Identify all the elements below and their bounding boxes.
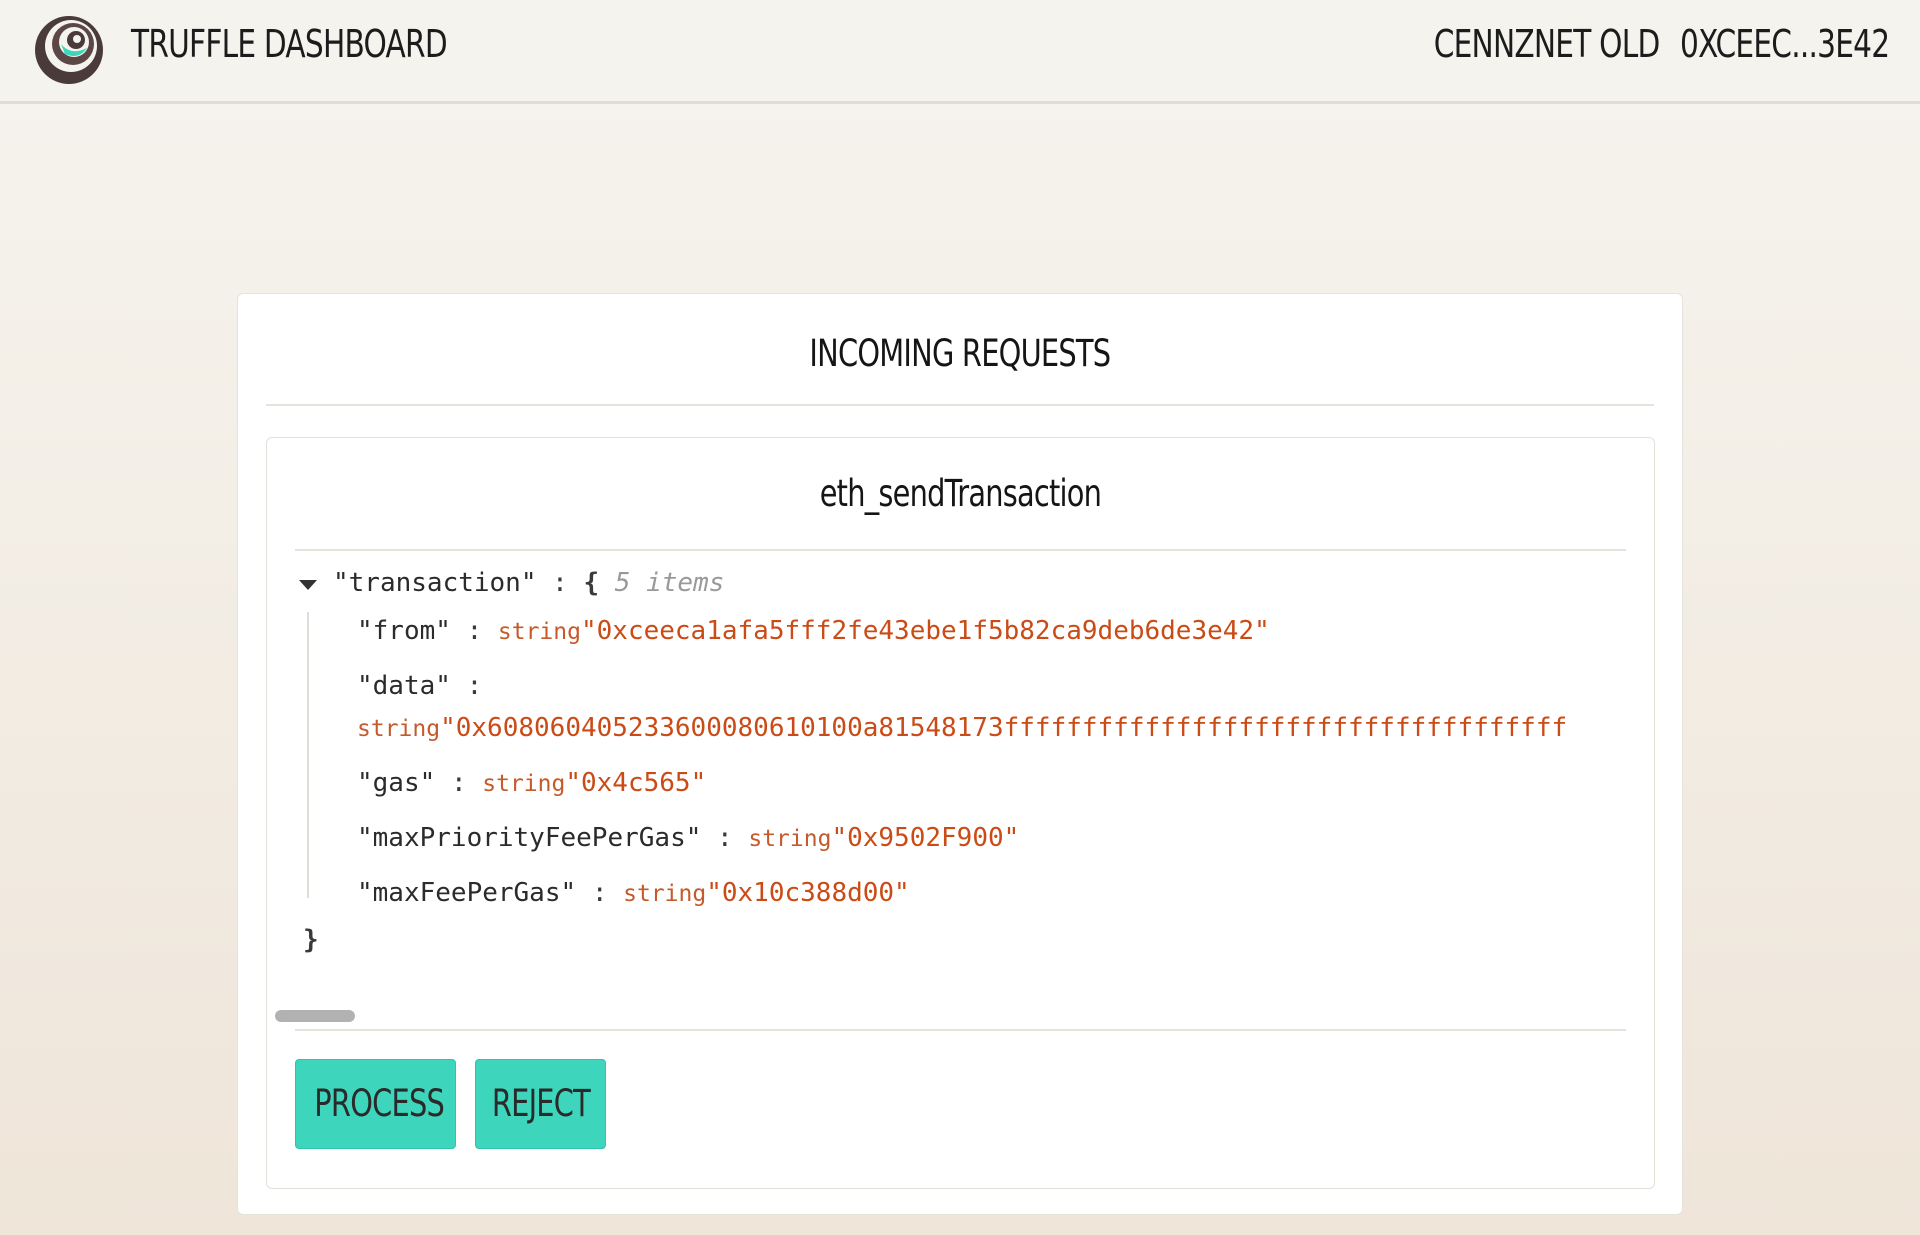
process-button[interactable]: PROCESS bbox=[295, 1059, 456, 1149]
json-indent-guide bbox=[307, 612, 309, 898]
collapse-arrow-icon[interactable] bbox=[299, 580, 317, 590]
app-title: TRUFFLE DASHBOARD bbox=[131, 22, 448, 66]
json-field-max-fee: "maxFeePerGas" : string"0x10c388d00" bbox=[357, 878, 910, 908]
json-root-line: "transaction" : { 5 items bbox=[333, 568, 725, 598]
json-field-gas: "gas" : string"0x4c565" bbox=[357, 768, 707, 798]
json-viewer: "transaction" : { 5 items "from" : strin… bbox=[267, 568, 1654, 968]
json-close-brace: } bbox=[303, 925, 319, 955]
request-method: eth_sendTransaction bbox=[819, 472, 1102, 515]
incoming-requests-panel: INCOMING REQUESTS eth_sendTransaction "t… bbox=[237, 293, 1683, 1215]
json-field-from: "from" : string"0xceeca1afa5fff2fe43ebe1… bbox=[357, 616, 1270, 646]
divider bbox=[266, 404, 1654, 406]
json-key: "transaction" bbox=[333, 568, 537, 598]
item-count: 5 items bbox=[614, 568, 725, 598]
horizontal-scrollbar[interactable] bbox=[275, 1010, 355, 1022]
network-name[interactable]: CENNZNET OLD bbox=[1433, 22, 1660, 66]
divider bbox=[295, 1029, 1626, 1031]
json-field-data-value: string"0x608060405233600080610100a815481… bbox=[357, 713, 1568, 743]
panel-title: INCOMING REQUESTS bbox=[809, 332, 1112, 375]
json-field-data-key: "data" : bbox=[357, 671, 483, 701]
truffle-logo-icon[interactable] bbox=[31, 10, 107, 86]
account-address[interactable]: 0XCEEC...3E42 bbox=[1680, 22, 1890, 66]
json-field-max-priority-fee: "maxPriorityFeePerGas" : string"0x9502F9… bbox=[357, 823, 1020, 853]
top-navbar: TRUFFLE DASHBOARD CENNZNET OLD 0XCEEC...… bbox=[0, 0, 1920, 104]
divider bbox=[295, 549, 1626, 551]
reject-button[interactable]: REJECT bbox=[475, 1059, 606, 1149]
request-card: eth_sendTransaction "transaction" : { 5 … bbox=[266, 437, 1655, 1189]
